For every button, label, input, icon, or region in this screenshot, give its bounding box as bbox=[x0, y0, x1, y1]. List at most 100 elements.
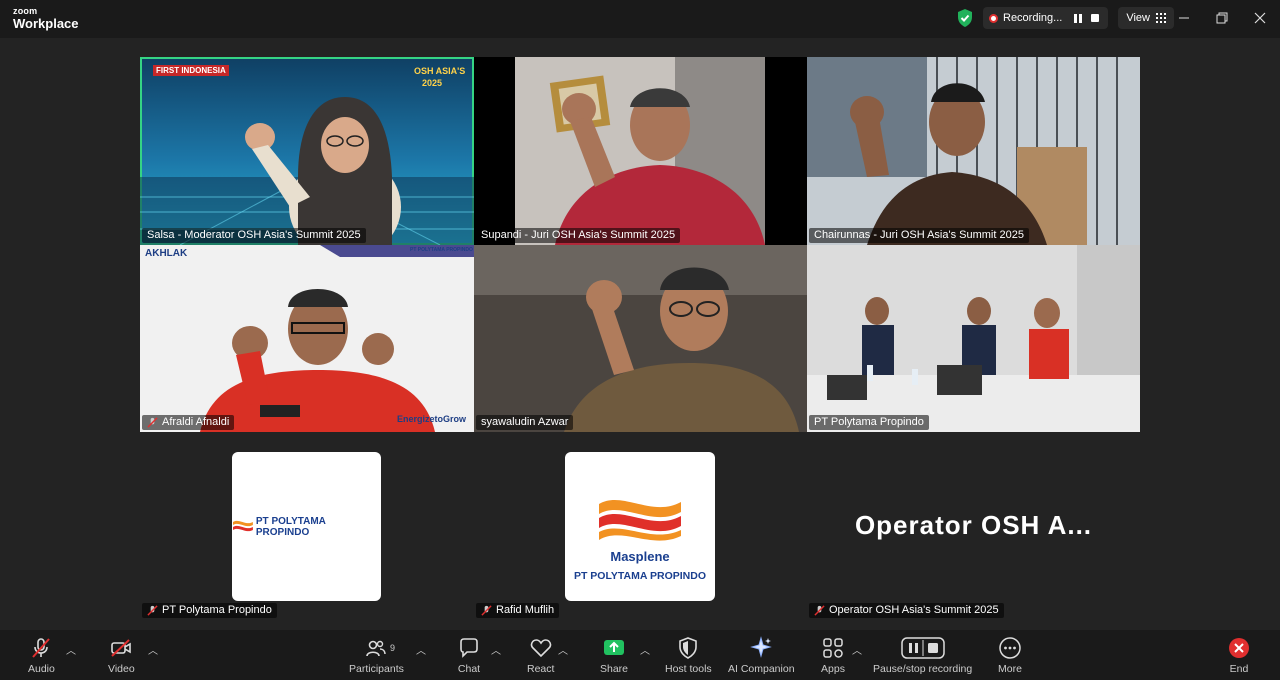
stop-recording-button[interactable] bbox=[1088, 11, 1102, 25]
close-button[interactable] bbox=[1246, 6, 1274, 30]
masplene-logo-icon bbox=[599, 499, 681, 541]
participant-name: Operator OSH Asia's Summit 2025 bbox=[809, 603, 1004, 618]
video-feed bbox=[140, 245, 474, 432]
react-button[interactable]: React bbox=[527, 636, 554, 675]
react-options-chevron-icon[interactable]: ︿ bbox=[558, 642, 568, 657]
pause-stop-label: Pause/stop recording bbox=[873, 663, 973, 675]
recording-label: Recording... bbox=[1003, 12, 1063, 24]
minimize-button[interactable] bbox=[1170, 6, 1198, 30]
participants-options-chevron-icon[interactable]: ︿ bbox=[416, 642, 426, 657]
video-feed bbox=[807, 57, 1140, 245]
video-tile-polytama-room[interactable]: PT Polytama Propindo bbox=[807, 245, 1140, 432]
video-tile-operator[interactable]: Operator OSH A... Operator OSH Asia's Su… bbox=[807, 432, 1140, 620]
close-icon bbox=[1254, 12, 1266, 24]
audio-button[interactable]: Audio bbox=[28, 636, 55, 675]
minimize-icon bbox=[1179, 17, 1189, 19]
more-label: More bbox=[998, 663, 1022, 675]
heart-icon bbox=[530, 639, 551, 658]
video-tile-salsa[interactable]: FIRST INDONESIA OSH ASIA'S 2025 Salsa - … bbox=[140, 57, 474, 245]
chat-label: Chat bbox=[457, 663, 481, 675]
shield-check-icon[interactable] bbox=[955, 8, 975, 28]
end-button[interactable]: End bbox=[1227, 636, 1251, 675]
share-label: Share bbox=[600, 663, 629, 675]
participant-name: Rafid Muflih bbox=[476, 603, 560, 618]
muted-mic-icon bbox=[147, 605, 158, 616]
more-button[interactable]: More bbox=[998, 636, 1022, 675]
host-tools-button[interactable]: Host tools bbox=[665, 636, 712, 675]
event-badge: OSH ASIA'S bbox=[414, 66, 466, 76]
view-button[interactable]: View bbox=[1118, 7, 1174, 29]
chat-options-chevron-icon[interactable]: ︿ bbox=[491, 642, 501, 657]
logo-tile-text: PT POLYTAMA PROPINDO bbox=[255, 515, 326, 538]
participant-name: Chairunnas - Juri OSH Asia's Summit 2025 bbox=[809, 228, 1029, 243]
logo-line1: zoom bbox=[13, 6, 38, 16]
apps-button[interactable]: Apps bbox=[821, 636, 845, 675]
participant-name: Afraldi Afnaldi bbox=[142, 415, 235, 430]
event-logo: FIRST INDONESIA bbox=[153, 65, 229, 76]
recording-dot-icon bbox=[989, 13, 998, 23]
pause-stop-recording-icon bbox=[900, 637, 945, 659]
muted-mic-icon bbox=[814, 605, 825, 616]
sparkle-icon bbox=[750, 636, 773, 658]
apps-label: Apps bbox=[821, 663, 845, 675]
apps-options-chevron-icon[interactable]: ︿ bbox=[852, 642, 862, 657]
event-year: 2025 bbox=[422, 78, 443, 88]
slogan: EnergizetoGrow bbox=[397, 414, 467, 424]
video-tile-afraldi[interactable]: AKHLAK PT POLYTAMA PROPINDO EnergizetoGr… bbox=[140, 245, 474, 432]
video-off-icon bbox=[111, 639, 132, 657]
zoom-logo: zoom Workplace bbox=[13, 6, 79, 31]
pause-stop-recording-button[interactable]: Pause/stop recording bbox=[873, 636, 972, 675]
muted-mic-icon bbox=[32, 638, 51, 658]
audio-label: Audio bbox=[28, 663, 55, 675]
chat-button[interactable]: Chat bbox=[457, 636, 481, 675]
video-label: Video bbox=[108, 663, 135, 675]
ai-companion-label: AI Companion bbox=[728, 663, 795, 675]
host-tools-label: Host tools bbox=[665, 663, 712, 675]
operator-display-name: Operator OSH A... bbox=[854, 510, 1093, 540]
participants-button[interactable]: Participants bbox=[349, 636, 404, 675]
masplene-brand: Masplene bbox=[610, 549, 670, 564]
shield-icon bbox=[679, 637, 698, 659]
participants-label: Participants bbox=[349, 663, 404, 675]
ai-companion-button[interactable]: AI Companion bbox=[728, 636, 795, 675]
akhlak-brand: AKHLAK bbox=[145, 248, 188, 259]
video-tile-rafid[interactable]: Masplene PT POLYTAMA PROPINDO Rafid Mufl… bbox=[474, 432, 807, 620]
profile-picture: Masplene PT POLYTAMA PROPINDO bbox=[565, 452, 715, 601]
participant-name: syawaludin Azwar bbox=[476, 415, 574, 430]
view-label: View bbox=[1126, 12, 1150, 24]
logo-line2: Workplace bbox=[13, 16, 79, 31]
pause-recording-button[interactable] bbox=[1071, 11, 1085, 25]
video-button[interactable]: Video bbox=[108, 636, 135, 675]
video-tile-chairunnas[interactable]: Chairunnas - Juri OSH Asia's Summit 2025 bbox=[807, 57, 1140, 245]
audio-options-chevron-icon[interactable]: ︿ bbox=[66, 642, 76, 657]
react-label: React bbox=[527, 663, 555, 675]
profile-picture: PT POLYTAMA PROPINDO bbox=[232, 452, 381, 601]
meeting-toolbar: Audio ︿ Video ︿ Participants 9 ︿ Chat ︿ … bbox=[0, 630, 1280, 680]
video-tile-supandi[interactable]: Supandi - Juri OSH Asia's Summit 2025 bbox=[474, 57, 807, 245]
apps-icon bbox=[823, 638, 843, 658]
participant-name: PT Polytama Propindo bbox=[142, 603, 277, 618]
video-feed bbox=[515, 57, 765, 245]
end-label: End bbox=[1229, 663, 1249, 675]
participant-name: PT Polytama Propindo bbox=[809, 415, 929, 430]
participants-icon bbox=[366, 640, 387, 657]
pause-icon bbox=[1074, 13, 1083, 23]
video-feed bbox=[474, 245, 807, 432]
video-tile-syawaludin[interactable]: syawaludin Azwar bbox=[474, 245, 807, 432]
share-screen-icon bbox=[604, 640, 625, 655]
share-button[interactable]: Share bbox=[600, 636, 628, 675]
video-tile-polytama-logo[interactable]: PT POLYTAMA PROPINDO PT Polytama Propind… bbox=[140, 432, 474, 620]
video-options-chevron-icon[interactable]: ︿ bbox=[148, 642, 158, 657]
end-meeting-icon bbox=[1229, 638, 1249, 658]
muted-mic-icon bbox=[481, 605, 492, 616]
recording-status[interactable]: Recording... bbox=[983, 7, 1109, 29]
muted-mic-icon bbox=[147, 417, 158, 428]
masplene-company: PT POLYTAMA PROPINDO bbox=[573, 570, 707, 582]
video-feed bbox=[807, 245, 1140, 432]
title-bar: zoom Workplace Recording... View bbox=[0, 0, 1280, 38]
restore-button[interactable] bbox=[1208, 6, 1236, 30]
participant-name: Salsa - Moderator OSH Asia's Summit 2025 bbox=[142, 228, 366, 243]
restore-icon bbox=[1216, 12, 1228, 24]
share-options-chevron-icon[interactable]: ︿ bbox=[640, 642, 650, 657]
polytama-brand: PT POLYTAMA PROPINDO bbox=[410, 247, 473, 253]
